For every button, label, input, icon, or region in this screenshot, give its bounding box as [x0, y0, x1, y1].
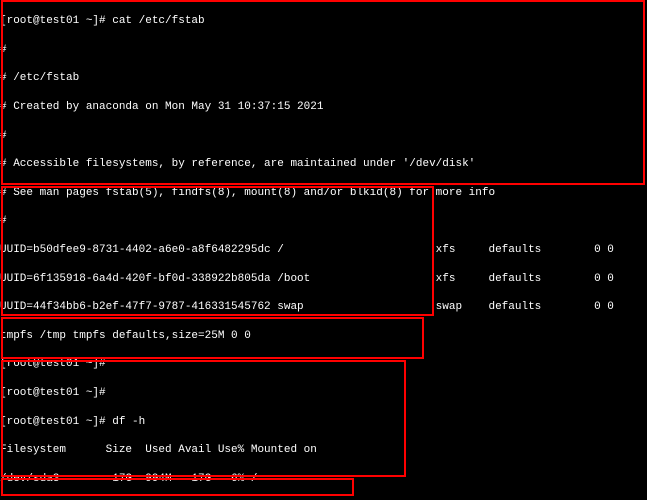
- output-line: #: [0, 214, 647, 228]
- output-line: # See man pages fstab(5), findfs(8), mou…: [0, 186, 647, 200]
- prompt-line: [root@test01 ~]# cat /etc/fstab: [0, 14, 647, 28]
- df-row: /dev/sda3 17G 994M 17G 6% /: [0, 472, 647, 486]
- df-header: Filesystem Size Used Avail Use% Mounted …: [0, 443, 647, 457]
- prompt-line: [root@test01 ~]# df -h: [0, 415, 647, 429]
- output-line: # Created by anaconda on Mon May 31 10:3…: [0, 100, 647, 114]
- output-line: UUID=6f135918-6a4d-420f-bf0d-338922b805d…: [0, 272, 647, 286]
- output-line: #: [0, 43, 647, 57]
- terminal-output[interactable]: [root@test01 ~]# cat /etc/fstab # # /etc…: [0, 0, 647, 500]
- prompt-line: [root@test01 ~]#: [0, 357, 647, 371]
- output-line: UUID=b50dfee9-8731-4402-a6e0-a8f6482295d…: [0, 243, 647, 257]
- output-line: # Accessible filesystems, by reference, …: [0, 157, 647, 171]
- prompt-line: [root@test01 ~]#: [0, 386, 647, 400]
- output-line: tmpfs /tmp tmpfs defaults,size=25M 0 0: [0, 329, 647, 343]
- output-line: # /etc/fstab: [0, 71, 647, 85]
- output-line: #: [0, 129, 647, 143]
- output-line: UUID=44f34bb6-b2ef-47f7-9787-41633154576…: [0, 300, 647, 314]
